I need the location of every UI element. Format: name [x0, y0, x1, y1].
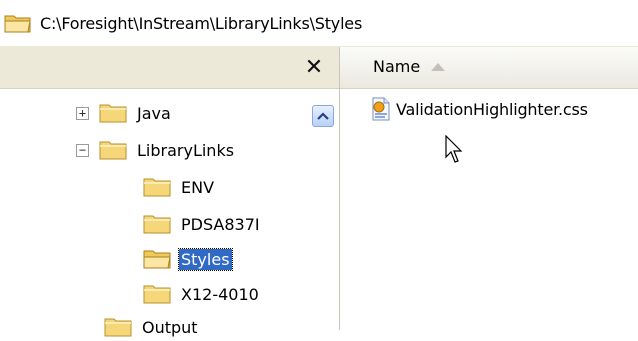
- folder-icon: [99, 104, 127, 123]
- tree-item-output[interactable]: Output: [104, 313, 200, 341]
- folder-open-icon: [4, 15, 31, 33]
- tree-item-label: Java: [137, 103, 171, 123]
- tree-item-pdsa837i[interactable]: PDSA837I: [143, 210, 262, 238]
- expand-icon[interactable]: +: [76, 106, 89, 120]
- tree-item-styles[interactable]: Styles: [143, 245, 233, 273]
- chevron-up-icon: [317, 112, 329, 120]
- tree-item-env[interactable]: ENV: [143, 173, 216, 201]
- css-file-icon: [372, 97, 390, 121]
- folder-icon: [143, 285, 171, 304]
- folder-icon: [99, 141, 127, 160]
- sort-ascending-icon: [431, 63, 445, 71]
- folder-pane-header: ✕: [0, 47, 339, 89]
- folder-icon: [104, 318, 132, 337]
- tree-item-label: LibraryLinks: [137, 140, 235, 160]
- collapse-icon[interactable]: −: [76, 143, 89, 157]
- address-path: C:\Foresight\InStream\LibraryLinks\Style…: [40, 13, 363, 33]
- tree-item-x12-4010[interactable]: X12-4010: [143, 280, 261, 308]
- mouse-pointer-icon: [445, 135, 463, 163]
- tree-item-label: X12-4010: [181, 284, 259, 304]
- file-name: ValidationHighlighter.css: [396, 99, 588, 119]
- file-list-pane: Name ValidationHighlighter.css: [340, 47, 638, 330]
- column-header-name[interactable]: Name: [340, 47, 638, 89]
- close-folder-pane-button[interactable]: ✕: [300, 53, 328, 81]
- tree-item-java[interactable]: + Java: [76, 99, 173, 127]
- folder-icon: [143, 178, 171, 197]
- tree-item-label: Output: [142, 317, 198, 337]
- tree-item-label: Styles: [178, 247, 233, 271]
- address-bar[interactable]: C:\Foresight\InStream\LibraryLinks\Style…: [0, 0, 638, 47]
- tree-item-librarylinks[interactable]: − LibraryLinks: [76, 136, 236, 164]
- tree-item-label: ENV: [181, 177, 215, 197]
- tree-item-label: PDSA837I: [181, 214, 260, 234]
- column-header-label: Name: [373, 57, 421, 76]
- file-item[interactable]: ValidationHighlighter.css: [370, 97, 588, 121]
- scroll-up-button[interactable]: [312, 105, 334, 127]
- folder-tree-pane: ✕ + Java − LibraryLinks ENV PDSA837I Sty…: [0, 47, 340, 337]
- folder-open-icon: [143, 250, 171, 269]
- folder-icon: [143, 215, 171, 234]
